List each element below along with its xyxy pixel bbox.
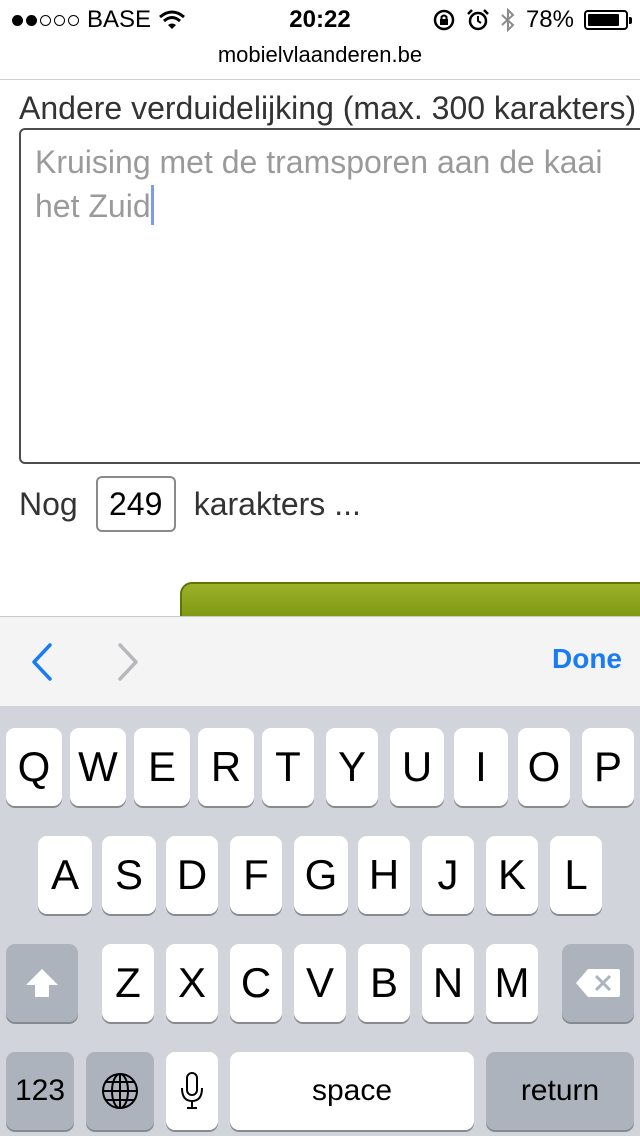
chevron-right-icon[interactable] <box>108 639 148 685</box>
key-y[interactable]: Y <box>326 728 378 806</box>
url-bar[interactable]: mobielvlaanderen.be <box>0 40 640 80</box>
character-counter: Nog 249 karakters ... <box>19 476 361 532</box>
shift-key[interactable] <box>6 944 78 1022</box>
key-i[interactable]: I <box>454 728 508 806</box>
microphone-icon <box>181 1072 203 1109</box>
field-label: Andere verduidelijking (max. 300 karakte… <box>19 90 637 126</box>
key-g[interactable]: G <box>294 836 348 914</box>
key-v[interactable]: V <box>294 944 346 1022</box>
battery-icon <box>584 10 632 30</box>
key-j[interactable]: J <box>422 836 474 914</box>
key-h[interactable]: H <box>358 836 410 914</box>
key-u[interactable]: U <box>390 728 444 806</box>
bluetooth-icon <box>501 8 515 32</box>
key-c[interactable]: C <box>230 944 282 1022</box>
backspace-key[interactable] <box>562 944 634 1022</box>
key-k[interactable]: K <box>486 836 538 914</box>
keyboard-accessory-bar: Done <box>0 616 640 706</box>
keyboard: Q W E R T Y U I O P A S D F G H J K L Z … <box>0 706 640 1136</box>
dictation-key[interactable] <box>166 1052 218 1130</box>
textarea-line-2-text: het Zuid <box>35 188 151 224</box>
globe-key[interactable] <box>86 1052 154 1130</box>
key-w[interactable]: W <box>70 728 126 806</box>
shift-icon <box>26 969 58 997</box>
key-x[interactable]: X <box>166 944 218 1022</box>
rotation-lock-icon <box>433 9 455 31</box>
counter-suffix: karakters ... <box>193 485 361 522</box>
status-bar: BASE 20:22 78% <box>0 0 640 40</box>
key-l[interactable]: L <box>550 836 602 914</box>
return-key[interactable]: return <box>486 1052 634 1130</box>
key-f[interactable]: F <box>230 836 282 914</box>
status-right: 78% <box>432 6 632 34</box>
submit-button[interactable] <box>180 582 640 616</box>
url-text: mobielvlaanderen.be <box>217 42 423 67</box>
key-d[interactable]: D <box>166 836 218 914</box>
key-s[interactable]: S <box>102 836 156 914</box>
key-t[interactable]: T <box>262 728 314 806</box>
backspace-icon <box>576 969 620 997</box>
counter-prefix: Nog <box>19 485 78 522</box>
textarea-line-2: het Zuid <box>35 184 640 228</box>
key-o[interactable]: O <box>518 728 570 806</box>
done-button[interactable]: Done <box>552 643 622 675</box>
chevron-left-icon[interactable] <box>24 639 64 685</box>
numbers-key[interactable]: 123 <box>6 1052 74 1130</box>
text-caret <box>150 185 154 225</box>
space-key[interactable]: space <box>230 1052 474 1130</box>
counter-value: 249 <box>95 476 176 532</box>
key-m[interactable]: M <box>486 944 538 1022</box>
key-n[interactable]: N <box>422 944 474 1022</box>
key-z[interactable]: Z <box>102 944 154 1022</box>
battery-percent: 78% <box>525 6 574 33</box>
globe-icon <box>102 1073 138 1109</box>
key-r[interactable]: R <box>198 728 254 806</box>
key-p[interactable]: P <box>582 728 634 806</box>
key-q[interactable]: Q <box>6 728 62 806</box>
page-content: Andere verduidelijking (max. 300 karakte… <box>0 80 640 616</box>
key-b[interactable]: B <box>358 944 410 1022</box>
clarification-textarea[interactable]: Kruising met de tramsporen aan de kaai h… <box>19 128 640 464</box>
key-e[interactable]: E <box>134 728 190 806</box>
alarm-icon <box>467 9 489 31</box>
key-a[interactable]: A <box>38 836 92 914</box>
textarea-line-1: Kruising met de tramsporen aan de kaai <box>35 144 603 180</box>
